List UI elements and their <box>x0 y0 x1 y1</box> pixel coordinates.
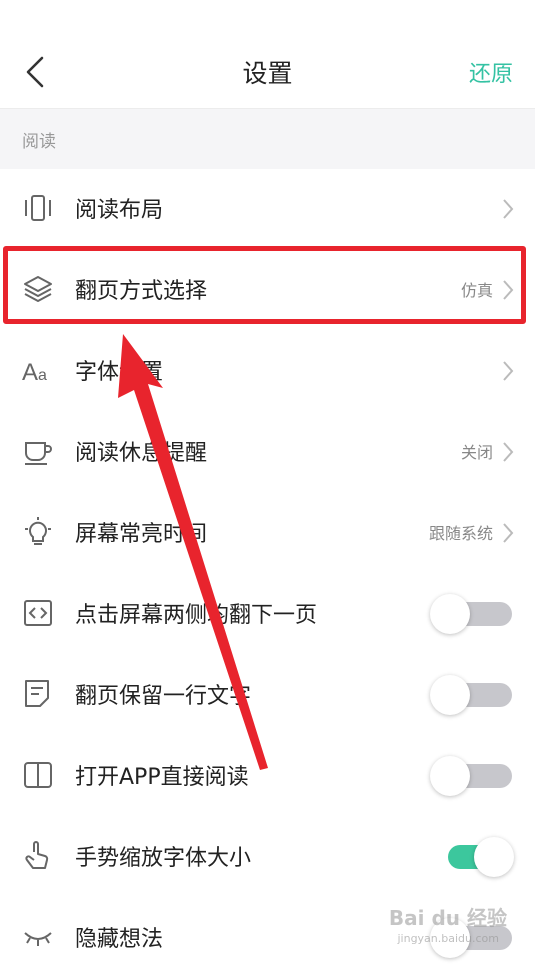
setting-label: 打开APP直接阅读 <box>75 765 249 790</box>
watermark-sub: jingyan.baidu.com <box>397 932 499 945</box>
cup-icon <box>25 442 52 465</box>
watermark: Bai du 经验 <box>388 906 507 930</box>
setting-gesture-zoom-font: 手势缩放字体大小 <box>0 816 535 897</box>
font-icon: A a <box>22 359 47 386</box>
setting-keep-one-line: 翻页保留一行文字 <box>0 654 535 735</box>
setting-label: 点击屏幕两侧均翻下一页 <box>75 603 318 628</box>
highlight-box <box>3 246 526 324</box>
page-title: 设置 <box>242 59 293 88</box>
setting-label: 阅读布局 <box>75 198 164 223</box>
header: 设置 还原 <box>0 0 535 108</box>
setting-rest-reminder[interactable]: 阅读休息提醒 关闭 <box>0 411 535 492</box>
setting-label: 翻页保留一行文字 <box>75 684 252 709</box>
toggle-switch[interactable] <box>430 755 512 796</box>
setting-open-app-read: 打开APP直接阅读 <box>0 735 535 816</box>
toggle-switch[interactable] <box>430 593 512 634</box>
setting-value: 跟随系统 <box>428 524 493 543</box>
setting-reading-layout[interactable]: 阅读布局 <box>0 168 535 249</box>
bulb-icon <box>25 517 51 545</box>
toggle-switch[interactable] <box>430 674 512 715</box>
setting-label: 字体设置 <box>75 360 164 385</box>
setting-value: 关闭 <box>460 443 493 462</box>
setting-screen-on-time[interactable]: 屏幕常亮时间 跟随系统 <box>0 492 535 573</box>
toggle-switch[interactable] <box>442 836 514 877</box>
section-label: 阅读 <box>22 132 56 152</box>
setting-label: 屏幕常亮时间 <box>75 522 208 547</box>
setting-label: 手势缩放字体大小 <box>75 846 252 871</box>
svg-text:A: A <box>22 359 38 386</box>
chevron-right-icon <box>503 442 514 462</box>
section-header-reading: 阅读 <box>0 108 535 169</box>
chevron-right-icon <box>503 523 514 543</box>
setting-tap-sides-next-page: 点击屏幕两侧均翻下一页 <box>0 573 535 654</box>
gesture-icon <box>25 841 49 869</box>
chevron-right-icon <box>503 361 514 381</box>
setting-label: 阅读休息提醒 <box>75 441 208 466</box>
chevron-right-icon <box>503 199 514 219</box>
restore-button[interactable]: 还原 <box>469 56 513 88</box>
code-icon <box>24 600 52 626</box>
note-icon <box>25 680 49 707</box>
svg-text:a: a <box>38 367 47 384</box>
setting-font[interactable]: A a 字体设置 <box>0 330 535 411</box>
setting-label: 隐藏想法 <box>75 927 164 952</box>
book-icon <box>24 762 52 788</box>
layout-icon <box>25 195 51 221</box>
eye-closed-icon <box>24 932 52 946</box>
